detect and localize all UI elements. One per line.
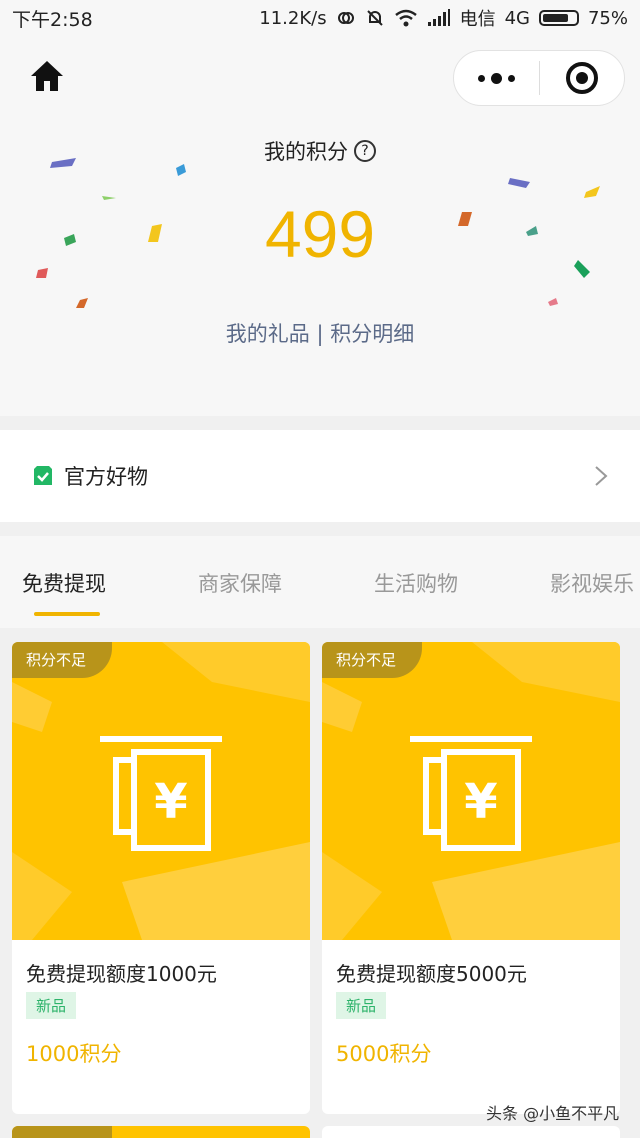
product-card[interactable]: ¥ 积分不足 免费提现额度5000元 新品 5000积分 bbox=[322, 642, 620, 1114]
chevron-right-icon bbox=[595, 466, 608, 486]
network-type: 4G bbox=[504, 7, 530, 29]
status-time: 下午2:58 bbox=[12, 8, 93, 31]
carrier-label: 电信 bbox=[459, 9, 496, 30]
new-tag: 新品 bbox=[336, 992, 387, 1019]
product-card-partial[interactable] bbox=[12, 1126, 310, 1138]
product-title: 免费提现额度5000元 bbox=[336, 962, 527, 986]
insufficient-points-badge: 积分不足 bbox=[322, 642, 423, 678]
confetti-decoration bbox=[36, 158, 600, 308]
products-section: 免费提现 商家保障 生活购物 影视娱乐 ¥ 积分不足 免费提现额度1000元 新… bbox=[0, 536, 640, 1138]
partial-badge bbox=[12, 1126, 112, 1138]
tab-merchant-guarantee[interactable]: 商家保障 bbox=[198, 568, 282, 598]
network-speed: 11.2K/s bbox=[259, 7, 327, 29]
product-title: 免费提现额度1000元 bbox=[26, 962, 217, 986]
new-tag: 新品 bbox=[26, 992, 77, 1019]
atm-withdraw-icon: ¥ bbox=[12, 642, 310, 940]
sync-icon bbox=[337, 12, 354, 24]
tab-free-withdraw[interactable]: 免费提现 bbox=[22, 568, 106, 598]
svg-text:¥: ¥ bbox=[154, 774, 187, 830]
official-goods-label: 官方好物 bbox=[64, 465, 148, 489]
product-image: ¥ 积分不足 bbox=[12, 642, 310, 940]
signal-icon bbox=[427, 9, 450, 26]
product-card-partial[interactable] bbox=[322, 1126, 620, 1138]
insufficient-points-badge: 积分不足 bbox=[12, 642, 113, 678]
active-tab-indicator bbox=[34, 612, 100, 616]
svg-text:¥: ¥ bbox=[464, 774, 497, 830]
product-card[interactable]: ¥ 积分不足 免费提现额度1000元 新品 1000积分 bbox=[12, 642, 310, 1114]
tab-life-shopping[interactable]: 生活购物 bbox=[374, 568, 458, 598]
product-price: 1000积分 bbox=[26, 1042, 122, 1066]
mute-bell-icon bbox=[366, 10, 383, 26]
atm-withdraw-icon: ¥ bbox=[322, 642, 620, 940]
product-image: ¥ 积分不足 bbox=[322, 642, 620, 940]
battery-percent: 75% bbox=[587, 7, 628, 29]
wifi-icon bbox=[394, 9, 417, 27]
status-bar: 下午2:58 11.2K/s 电信 4G 75% bbox=[0, 0, 640, 36]
tab-entertainment[interactable]: 影视娱乐 bbox=[550, 568, 634, 598]
official-goods-row[interactable]: 官方好物 bbox=[0, 430, 640, 522]
product-price: 5000积分 bbox=[336, 1042, 432, 1066]
battery-icon bbox=[538, 10, 579, 26]
green-bag-icon bbox=[34, 466, 52, 485]
points-header: 我的积分 ? 499 我的礼品 | 积分明细 bbox=[0, 36, 640, 416]
status-indicators: 11.2K/s 电信 4G 75% bbox=[259, 5, 628, 31]
watermark: 头条 @小鱼不平凡 bbox=[486, 1104, 620, 1123]
category-tabs: 免费提现 商家保障 生活购物 影视娱乐 bbox=[0, 536, 640, 628]
